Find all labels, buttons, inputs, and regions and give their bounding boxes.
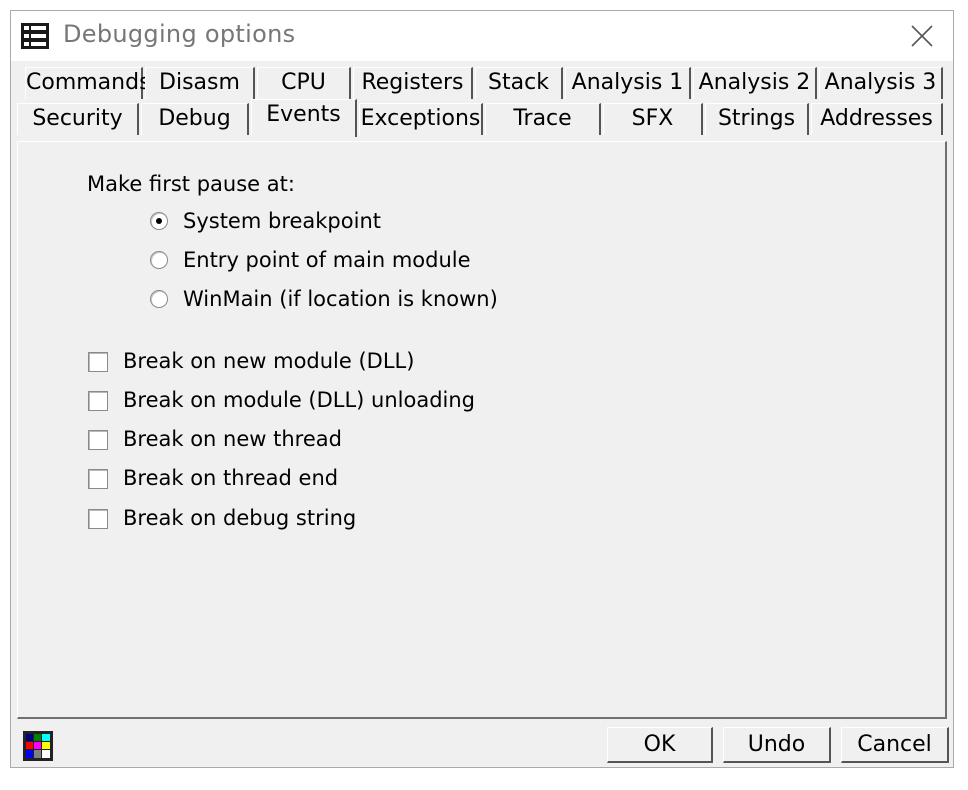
tab-sfx[interactable]: SFX [603,103,703,135]
tab-exceptions[interactable]: Exceptions [359,103,483,135]
tab-debug[interactable]: Debug [141,103,249,135]
window-title: Debugging options [63,20,296,48]
undo-button[interactable]: Undo [723,727,831,763]
tab-cpu[interactable]: CPU [257,67,351,99]
checkbox-break-debug-string[interactable] [88,509,108,529]
radio-label-system-breakpoint: System breakpoint [183,209,381,233]
tab-analysis-1[interactable]: Analysis 1 [565,67,691,99]
radio-system-breakpoint[interactable] [150,212,168,230]
ok-button[interactable]: OK [607,727,713,763]
checkbox-break-new-module[interactable] [88,352,108,372]
pause-label: Make first pause at: [87,172,295,196]
color-palette-icon[interactable] [23,731,53,761]
events-panel: Make first pause at: System breakpoint E… [17,141,947,719]
checkbox-label-break-module-unloading: Break on module (DLL) unloading [123,388,476,412]
tab-security[interactable]: Security [17,103,139,135]
radio-label-winmain: WinMain (if location is known) [183,287,498,311]
tab-registers[interactable]: Registers [353,67,473,99]
checkbox-break-module-unloading[interactable] [88,391,108,411]
tab-trace[interactable]: Trace [485,103,601,135]
checkbox-break-new-thread[interactable] [88,430,108,450]
tab-addresses[interactable]: Addresses [811,103,943,135]
checkbox-break-thread-end[interactable] [88,469,108,489]
radio-winmain[interactable] [150,290,168,308]
radio-label-entry-point: Entry point of main module [183,248,471,272]
title-bar: Debugging options [11,11,953,61]
checkbox-label-break-debug-string: Break on debug string [123,506,357,530]
cancel-button[interactable]: Cancel [841,727,949,763]
list-icon [21,23,49,49]
tab-commands[interactable]: Commands [25,67,151,99]
tab-events[interactable]: Events [251,99,357,137]
tab-disasm[interactable]: Disasm [145,67,255,99]
close-icon [911,25,933,47]
radio-entry-point[interactable] [150,251,168,269]
tab-strings[interactable]: Strings [705,103,809,135]
tab-strip: Commands Disasm CPU Registers Stack Anal… [11,63,953,143]
checkbox-label-break-new-module: Break on new module (DLL) [123,349,415,373]
checkbox-label-break-new-thread: Break on new thread [123,427,342,451]
checkbox-label-break-thread-end: Break on thread end [123,466,339,490]
close-button[interactable] [899,15,945,57]
debugging-options-dialog: Debugging options Commands Disasm CPU Re… [10,10,954,768]
tab-analysis-2[interactable]: Analysis 2 [693,67,817,99]
tab-stack[interactable]: Stack [475,67,563,99]
tab-analysis-3[interactable]: Analysis 3 [819,67,943,99]
button-bar: OK Undo Cancel [11,723,953,767]
